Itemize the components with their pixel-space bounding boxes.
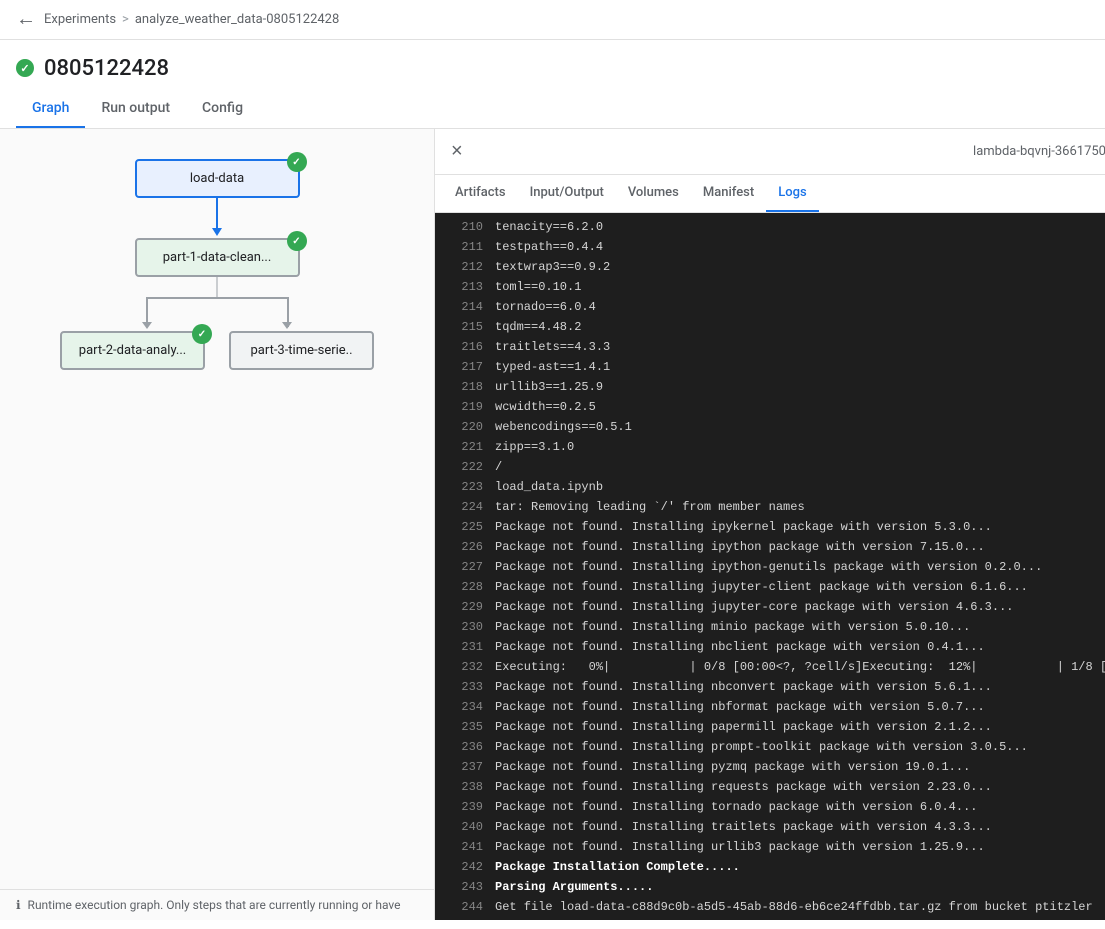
log-line: 234Package not found. Installing nbforma… [435,697,1105,717]
node-part2-check: ✓ [192,324,212,344]
log-line: 244Get file load-data-c88d9c0b-a5d5-45ab… [435,897,1105,917]
back-button[interactable]: ← [16,8,36,31]
log-line: 213toml==0.10.1 [435,277,1105,297]
log-line: 210tenacity==6.2.0 [435,217,1105,237]
tab-graph[interactable]: Graph [16,90,85,128]
subtab-artifacts[interactable]: Artifacts [443,175,518,212]
subtab-volumes[interactable]: Volumes [616,175,691,212]
log-line: 227Package not found. Installing ipython… [435,557,1105,577]
log-line: 243Parsing Arguments..... [435,877,1105,897]
log-content[interactable]: 210tenacity==6.2.0211testpath==0.4.4212t… [435,213,1105,920]
log-line: 229Package not found. Installing jupyter… [435,597,1105,617]
log-line: 230Package not found. Installing minio p… [435,617,1105,637]
log-line: 222/ [435,457,1105,477]
breadcrumb-current: analyze_weather_data-0805122428 [135,12,339,27]
node-part1-label: part-1-data-clean... [163,250,272,265]
log-line: 226Package not found. Installing ipython… [435,537,1105,557]
log-line: 220webencodings==0.5.1 [435,417,1105,437]
log-line: 240Package not found. Installing traitle… [435,817,1105,837]
log-line: 236Package not found. Installing prompt-… [435,737,1105,757]
close-button[interactable]: × [451,140,463,163]
log-line: 245Processing dependencies....... [435,917,1105,920]
graph-panel: load-data ✓ part-1-data-clean... ✓ [0,129,435,920]
log-line: 241Package not found. Installing urllib3… [435,837,1105,857]
status-icon: ✓ [16,59,34,77]
node-part1-check: ✓ [287,231,307,251]
node-part1[interactable]: part-1-data-clean... ✓ [135,238,300,277]
logs-panel: × lambda-bqvnj-3661750827 Artifacts Inpu… [435,129,1105,920]
log-line: 224tar: Removing leading `/' from member… [435,497,1105,517]
log-line: 238Package not found. Installing request… [435,777,1105,797]
tab-config[interactable]: Config [186,90,259,128]
log-line: 212textwrap3==0.9.2 [435,257,1105,277]
run-title: 0805122428 [44,56,169,81]
log-line: 235Package not found. Installing papermi… [435,717,1105,737]
breadcrumb-separator: > [122,12,129,27]
node-load-data-label: load-data [190,171,244,186]
main-tabs: Graph Run output Config [16,90,1089,128]
node-part3[interactable]: part-3-time-serie.. [229,331,374,370]
breadcrumb-parent[interactable]: Experiments [44,12,116,27]
footer-text: Runtime execution graph. Only steps that… [28,898,401,912]
subtab-inputoutput[interactable]: Input/Output [518,175,616,212]
log-line: 211testpath==0.4.4 [435,237,1105,257]
log-line: 239Package not found. Installing tornado… [435,797,1105,817]
graph-footer: ℹ Runtime execution graph. Only steps th… [0,889,434,920]
logs-header: × lambda-bqvnj-3661750827 [435,129,1105,175]
node-load-data-check: ✓ [287,152,307,172]
node-part2-label: part-2-data-analy... [79,343,186,358]
log-line: 219wcwidth==0.2.5 [435,397,1105,417]
log-line: 223load_data.ipynb [435,477,1105,497]
log-line: 233Package not found. Installing nbconve… [435,677,1105,697]
log-line: 217typed-ast==1.4.1 [435,357,1105,377]
log-line: 225Package not found. Installing ipykern… [435,517,1105,537]
log-line: 215tqdm==4.48.2 [435,317,1105,337]
log-line: 216traitlets==4.3.3 [435,337,1105,357]
breadcrumb: Experiments > analyze_weather_data-08051… [44,12,339,27]
log-line: 228Package not found. Installing jupyter… [435,577,1105,597]
log-line: 242Package Installation Complete..... [435,857,1105,877]
tab-run-output[interactable]: Run output [85,90,186,128]
log-line: 221zipp==3.1.0 [435,437,1105,457]
log-subtabs: Artifacts Input/Output Volumes Manifest … [435,175,1105,213]
node-load-data[interactable]: load-data ✓ [135,159,300,198]
subtab-logs[interactable]: Logs [766,175,818,212]
lambda-title: lambda-bqvnj-3661750827 [973,144,1105,159]
node-part3-label: part-3-time-serie.. [250,343,352,358]
node-part2[interactable]: part-2-data-analy... ✓ [60,331,205,370]
log-line: 231Package not found. Installing nbclien… [435,637,1105,657]
log-line: 232Executing: 0%| | 0/8 [00:00<?, ?cell/… [435,657,1105,677]
log-line: 214tornado==6.0.4 [435,297,1105,317]
log-line: 218urllib3==1.25.9 [435,377,1105,397]
subtab-manifest[interactable]: Manifest [691,175,766,212]
log-line: 237Package not found. Installing pyzmq p… [435,757,1105,777]
